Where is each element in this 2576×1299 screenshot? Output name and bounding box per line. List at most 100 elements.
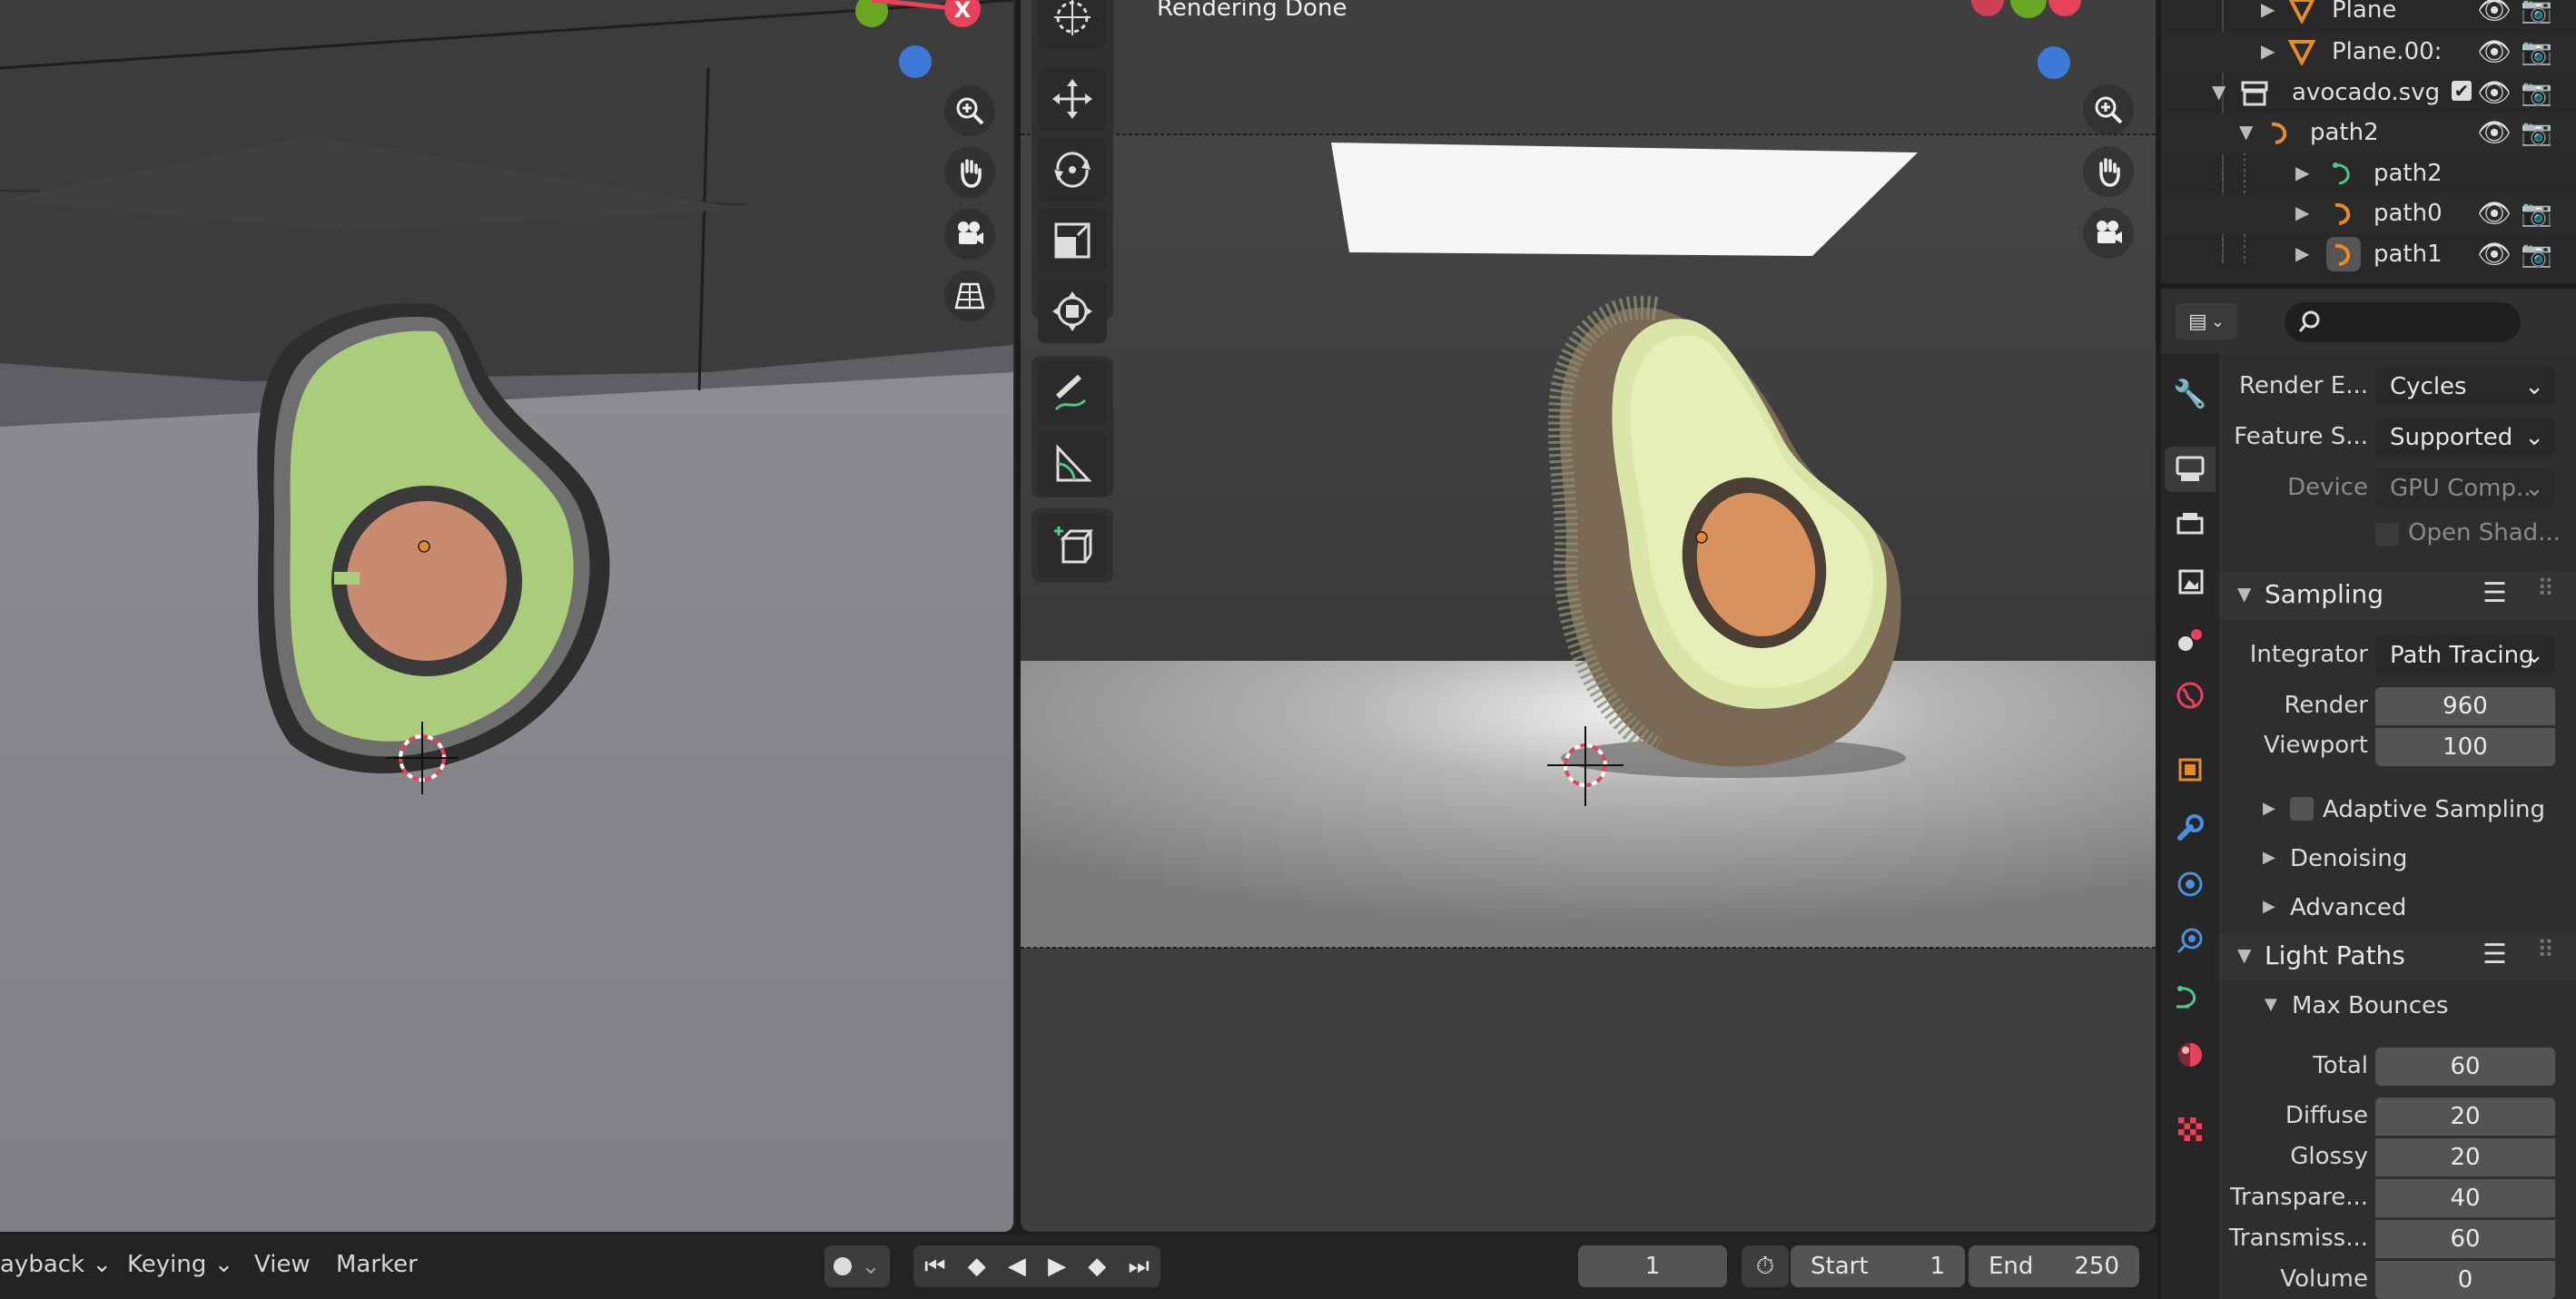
frame-end-field[interactable]: End 250: [1969, 1245, 2139, 1287]
expand-arrow-icon[interactable]: ▶: [2263, 799, 2275, 818]
expand-arrow-icon[interactable]: ▶: [2261, 0, 2275, 20]
expand-arrow-icon[interactable]: ▶: [2263, 848, 2275, 867]
right-viewport-rendered[interactable]: Rendering Done: [1021, 0, 2156, 1232]
object-data-curve-tab-icon[interactable]: [2174, 980, 2206, 1013]
device-dropdown[interactable]: GPU Comp... ⌄: [2375, 469, 2555, 507]
outliner-row-path0[interactable]: ▶ path0 👁 📷: [2161, 194, 2576, 234]
volume-bounces-field[interactable]: 0: [2375, 1261, 2555, 1299]
camera-icon[interactable]: 📷: [2521, 77, 2552, 107]
prev-keyframe-icon[interactable]: ◆: [968, 1253, 986, 1280]
modifier-wrench-tab-icon[interactable]: [2174, 812, 2206, 844]
transmission-bounces-field[interactable]: 60: [2375, 1220, 2555, 1258]
outliner-row-path1[interactable]: ▶ path1 👁 📷: [2161, 235, 2576, 275]
view-layer-tab-icon[interactable]: [2174, 566, 2206, 599]
texture-tab-icon[interactable]: [2174, 1113, 2206, 1146]
zoom-icon[interactable]: [944, 85, 995, 136]
cursor-tool-icon[interactable]: [1038, 0, 1107, 49]
auto-keying-toggle[interactable]: ⌄: [824, 1245, 890, 1287]
eye-icon[interactable]: 👁: [2477, 117, 2512, 149]
expand-arrow-icon[interactable]: ▶: [2261, 40, 2275, 62]
presets-list-icon[interactable]: ☰: [2482, 939, 2507, 970]
eye-icon[interactable]: 👁: [2477, 198, 2512, 230]
expand-arrow-icon[interactable]: ▶: [2295, 242, 2309, 264]
particles-tab-icon[interactable]: [2174, 868, 2206, 900]
output-tab-icon[interactable]: [2174, 508, 2206, 541]
physics-tab-icon[interactable]: [2174, 924, 2206, 957]
scene-tab-icon[interactable]: [2174, 623, 2206, 655]
move-tool-icon[interactable]: [1038, 67, 1107, 131]
eye-icon[interactable]: 👁: [2477, 0, 2512, 26]
expand-arrow-icon[interactable]: ▶: [2295, 162, 2309, 183]
camera-icon[interactable]: 📷: [2521, 117, 2552, 147]
zoom-icon-right[interactable]: [2083, 84, 2134, 135]
jump-start-icon[interactable]: ⏮: [924, 1253, 945, 1281]
next-keyframe-icon[interactable]: ◆: [1088, 1253, 1106, 1280]
outliner-row-path2-parent[interactable]: ▼ path2 👁 📷: [2161, 113, 2576, 153]
rotate-tool-icon[interactable]: [1038, 138, 1107, 202]
max-bounces-subpanel[interactable]: Max Bounces: [2292, 992, 2449, 1019]
camera-icon[interactable]: 📷: [2521, 239, 2552, 269]
light-paths-panel-header[interactable]: ▼ Light Paths ☰ ⠿: [2219, 933, 2576, 980]
play-reverse-icon[interactable]: ◀: [1008, 1253, 1026, 1280]
marker-menu[interactable]: Marker: [336, 1251, 418, 1278]
expand-arrow-icon[interactable]: ▶: [2295, 202, 2309, 223]
feature-set-dropdown[interactable]: Supported ⌄: [2375, 418, 2555, 457]
eye-icon[interactable]: 👁: [2477, 36, 2512, 68]
outliner-row-plane[interactable]: ▶ Plane 👁 📷: [2161, 0, 2576, 33]
editor-type-dropdown[interactable]: ▤ ⌄: [2176, 303, 2237, 340]
jump-end-icon[interactable]: ⏭: [1128, 1253, 1149, 1281]
eye-icon[interactable]: 👁: [2477, 239, 2512, 271]
perspective-grid-icon[interactable]: [944, 271, 995, 321]
outliner-row-collection-avocado[interactable]: ▼ avocado.svg ✔ 👁 📷: [2161, 74, 2576, 113]
outliner-row-path2-data[interactable]: ▶ path2: [2161, 154, 2576, 194]
transform-tool-icon[interactable]: [1038, 280, 1107, 343]
camera-view-icon[interactable]: [944, 209, 995, 260]
properties-search-field[interactable]: [2285, 302, 2521, 342]
adaptive-sampling-checkbox[interactable]: [2290, 797, 2314, 821]
render-engine-dropdown[interactable]: Cycles ⌄: [2375, 368, 2555, 406]
left-viewport[interactable]: X: [0, 0, 1015, 1232]
drag-handle-icon[interactable]: ⠿: [2537, 576, 2554, 603]
measure-tool-icon[interactable]: [1038, 432, 1107, 496]
checkbox-icon[interactable]: ✔: [2452, 81, 2472, 101]
render-samples-field[interactable]: 960: [2375, 687, 2555, 725]
expand-arrow-icon[interactable]: ▶: [2263, 897, 2275, 916]
viewport-samples-field[interactable]: 100: [2375, 728, 2555, 766]
transparency-bounces-field[interactable]: 40: [2375, 1179, 2555, 1217]
keying-menu[interactable]: Keying ⌄: [127, 1251, 233, 1278]
eye-icon[interactable]: 👁: [2477, 77, 2512, 109]
frame-start-field[interactable]: Start 1: [1791, 1245, 1965, 1287]
add-cube-tool-icon[interactable]: [1038, 514, 1107, 577]
total-bounces-field[interactable]: 60: [2375, 1048, 2555, 1086]
adaptive-sampling-label[interactable]: Adaptive Sampling: [2323, 796, 2545, 823]
diffuse-bounces-field[interactable]: 20: [2375, 1097, 2555, 1136]
scale-tool-icon[interactable]: [1038, 209, 1107, 272]
integrator-dropdown[interactable]: Path Tracing ⌄: [2375, 636, 2555, 674]
open-shading-checkbox[interactable]: [2375, 523, 2399, 546]
camera-icon[interactable]: 📷: [2521, 198, 2552, 228]
current-frame-field[interactable]: 1: [1578, 1245, 1727, 1287]
outliner-row-plane001[interactable]: ▶ Plane.00: 👁 📷: [2161, 33, 2576, 73]
annotate-tool-icon[interactable]: [1038, 361, 1107, 425]
pan-hand-icon-right[interactable]: [2083, 146, 2134, 197]
advanced-subpanel[interactable]: Advanced: [2290, 894, 2406, 921]
playback-menu[interactable]: ayback ⌄: [0, 1251, 112, 1278]
presets-list-icon[interactable]: ☰: [2482, 577, 2507, 609]
collapse-arrow-icon[interactable]: ▼: [2239, 121, 2253, 143]
object-tab-icon[interactable]: [2174, 753, 2206, 786]
sampling-panel-header[interactable]: ▼ Sampling ☰ ⠿: [2219, 572, 2576, 619]
collapse-arrow-icon[interactable]: ▼: [2265, 995, 2277, 1014]
play-icon[interactable]: ▶: [1048, 1253, 1066, 1280]
denoising-subpanel[interactable]: Denoising: [2290, 845, 2407, 872]
material-tab-icon[interactable]: [2174, 1038, 2206, 1071]
collapse-arrow-icon[interactable]: ▼: [2212, 81, 2226, 103]
stopwatch-icon[interactable]: ⏱: [1742, 1245, 1789, 1287]
render-tab-active[interactable]: [2165, 447, 2216, 492]
tool-tab-icon[interactable]: 🔧: [2173, 378, 2206, 410]
view-menu[interactable]: View: [254, 1251, 311, 1278]
drag-handle-icon[interactable]: ⠿: [2537, 937, 2554, 964]
world-tab-icon[interactable]: [2174, 679, 2206, 712]
glossy-bounces-field[interactable]: 20: [2375, 1138, 2555, 1176]
camera-icon[interactable]: 📷: [2521, 0, 2552, 25]
pan-hand-icon[interactable]: [944, 147, 995, 198]
